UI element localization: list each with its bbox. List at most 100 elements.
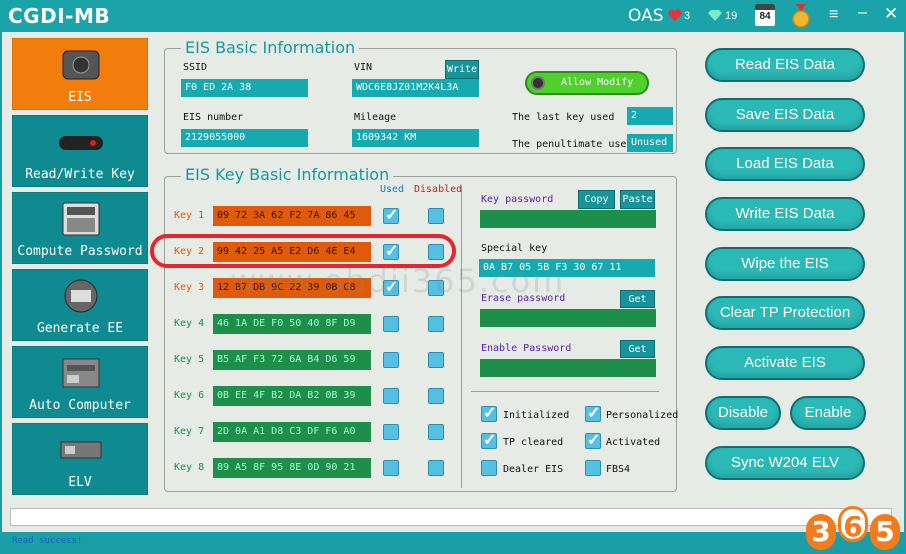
last-key-field: 2 [627, 107, 673, 125]
allow-modify-toggle[interactable]: Allow Modify [525, 71, 649, 95]
dealer-eis-checkbox[interactable] [481, 460, 497, 476]
enable-button[interactable]: Enable [790, 396, 866, 430]
penultimate-label: The penultimate used [512, 139, 633, 150]
ssid-label: SSID [183, 62, 208, 73]
car-key-icon [59, 136, 103, 150]
sidebar-item-elv[interactable]: ELV [12, 423, 148, 495]
close-icon[interactable]: ✕ [884, 4, 898, 24]
medal-icon[interactable] [791, 4, 811, 28]
key-disabled-checkbox[interactable] [428, 352, 444, 368]
watermark: www.obdii365.com [230, 262, 566, 300]
disabled-header: Disabled [414, 184, 463, 195]
key-value-field[interactable]: 09 72 3A 62 F2 7A 86 45 [213, 206, 371, 226]
enable-get-button[interactable]: Get [620, 340, 655, 358]
sidebar-item-label: EIS [68, 90, 92, 105]
account-label[interactable]: OAS [628, 6, 664, 26]
save-eis-data-button[interactable]: Save EIS Data [705, 98, 865, 132]
key-label: Key 6 [174, 390, 205, 401]
last-key-label: The last key used [512, 112, 615, 123]
enable-password-field[interactable] [480, 359, 656, 377]
sidebar-item-generate-ee[interactable]: Generate EE [12, 269, 148, 341]
disable-button[interactable]: Disable [705, 396, 781, 430]
steering-lock-icon [60, 441, 102, 459]
sidebar-item-label: ELV [68, 475, 92, 490]
logo-digit: 3 [806, 514, 836, 550]
key-disabled-checkbox[interactable] [428, 208, 444, 224]
key-used-checkbox[interactable] [383, 460, 399, 476]
key-disabled-checkbox[interactable] [428, 388, 444, 404]
activate-eis-button[interactable]: Activate EIS [705, 346, 865, 380]
fbs4-checkbox[interactable] [585, 460, 601, 476]
wipe-eis-button[interactable]: Wipe the EIS [705, 247, 865, 281]
vin-write-button[interactable]: Write [445, 60, 479, 79]
key-value-field[interactable]: 89 A5 8F 95 8E 0D 90 21 [213, 458, 371, 478]
eis-key-title: EIS Key Basic Information [181, 165, 394, 184]
logo-digit: 5 [870, 514, 900, 550]
status-text: Read success! [12, 536, 83, 546]
used-header: Used [380, 184, 405, 195]
initialized-label: Initialized [503, 410, 570, 421]
key-label: Key 4 [174, 318, 205, 329]
divider [471, 391, 659, 392]
key-value-field[interactable]: 46 1A DE F0 50 40 8F D9 [213, 314, 371, 334]
sidebar-item-label: Read/Write Key [25, 167, 135, 182]
sync-w204-elv-button[interactable]: Sync W204 ELV [705, 446, 865, 480]
calendar-icon[interactable]: 84 [755, 4, 775, 26]
write-eis-data-button[interactable]: Write EIS Data [705, 197, 865, 231]
key-label: Key 8 [174, 462, 205, 473]
sidebar-item-label: Compute Password [17, 244, 143, 259]
load-eis-data-button[interactable]: Load EIS Data [705, 147, 865, 181]
key-value-field[interactable]: 2D 0A A1 D8 C3 DF F6 A0 [213, 422, 371, 442]
key-used-checkbox[interactable] [383, 316, 399, 332]
initialized-checkbox[interactable] [481, 403, 497, 423]
key-password-field[interactable] [480, 210, 656, 228]
paste-button[interactable]: Paste [620, 190, 655, 209]
progress-bar [10, 508, 892, 526]
read-eis-data-button[interactable]: Read EIS Data [705, 48, 865, 82]
copy-button[interactable]: Copy [578, 190, 615, 209]
enable-password-label: Enable Password [481, 343, 572, 354]
menu-icon[interactable]: ≡ [829, 6, 838, 24]
sidebar-item-auto-computer[interactable]: Auto Computer [12, 346, 148, 418]
fbs4-label: FBS4 [606, 464, 631, 475]
key-used-checkbox[interactable] [383, 388, 399, 404]
mileage-field[interactable]: 1609342 KM [352, 129, 479, 147]
key-disabled-checkbox[interactable] [428, 424, 444, 440]
eis-number-field[interactable]: 2129055000 [181, 129, 308, 147]
personalized-label: Personalized [606, 410, 679, 421]
tp-cleared-label: TP cleared [503, 437, 564, 448]
tp-cleared-checkbox[interactable] [481, 430, 497, 450]
minimize-icon[interactable]: – [858, 4, 867, 22]
mileage-label: Mileage [354, 112, 397, 123]
key-label: Key 5 [174, 354, 205, 365]
site-logo: 3 6 5 [804, 500, 904, 554]
sidebar-item-eis[interactable]: EIS [12, 38, 148, 110]
key-used-checkbox[interactable] [383, 424, 399, 440]
key-used-checkbox[interactable] [383, 205, 399, 225]
key-value-field[interactable]: B5 AF F3 72 6A B4 D6 59 [213, 350, 371, 370]
sidebar-item-read-write-key[interactable]: Read/Write Key [12, 115, 148, 187]
ssid-field[interactable]: F0 ED 2A 38 [181, 79, 308, 97]
key-value-field[interactable]: 0B EE 4F B2 DA B2 0B 39 [213, 386, 371, 406]
eis-module-icon [62, 50, 100, 80]
vin-field[interactable]: WDC6E8JZ01M2K4L3A [352, 79, 479, 97]
divider [461, 186, 462, 488]
key-label: Key 1 [174, 210, 205, 221]
sidebar-item-compute-password[interactable]: Compute Password [12, 192, 148, 264]
calendar-day: 84 [759, 11, 771, 22]
clear-tp-protection-button[interactable]: Clear TP Protection [705, 296, 865, 330]
erase-get-button[interactable]: Get [620, 290, 655, 308]
chip-icon [64, 279, 98, 313]
allow-modify-label: Allow Modify [561, 77, 634, 88]
app-title: CGDI-MB [8, 4, 111, 28]
activated-checkbox[interactable] [585, 430, 601, 450]
key-disabled-checkbox[interactable] [428, 460, 444, 476]
sidebar-item-label: Auto Computer [29, 398, 131, 413]
personalized-checkbox[interactable] [585, 403, 601, 423]
key-label: Key 3 [174, 282, 205, 293]
activated-label: Activated [606, 437, 661, 448]
key-used-checkbox[interactable] [383, 352, 399, 368]
erase-password-field[interactable] [480, 309, 656, 327]
eis-number-label: EIS number [183, 112, 244, 123]
key-disabled-checkbox[interactable] [428, 316, 444, 332]
